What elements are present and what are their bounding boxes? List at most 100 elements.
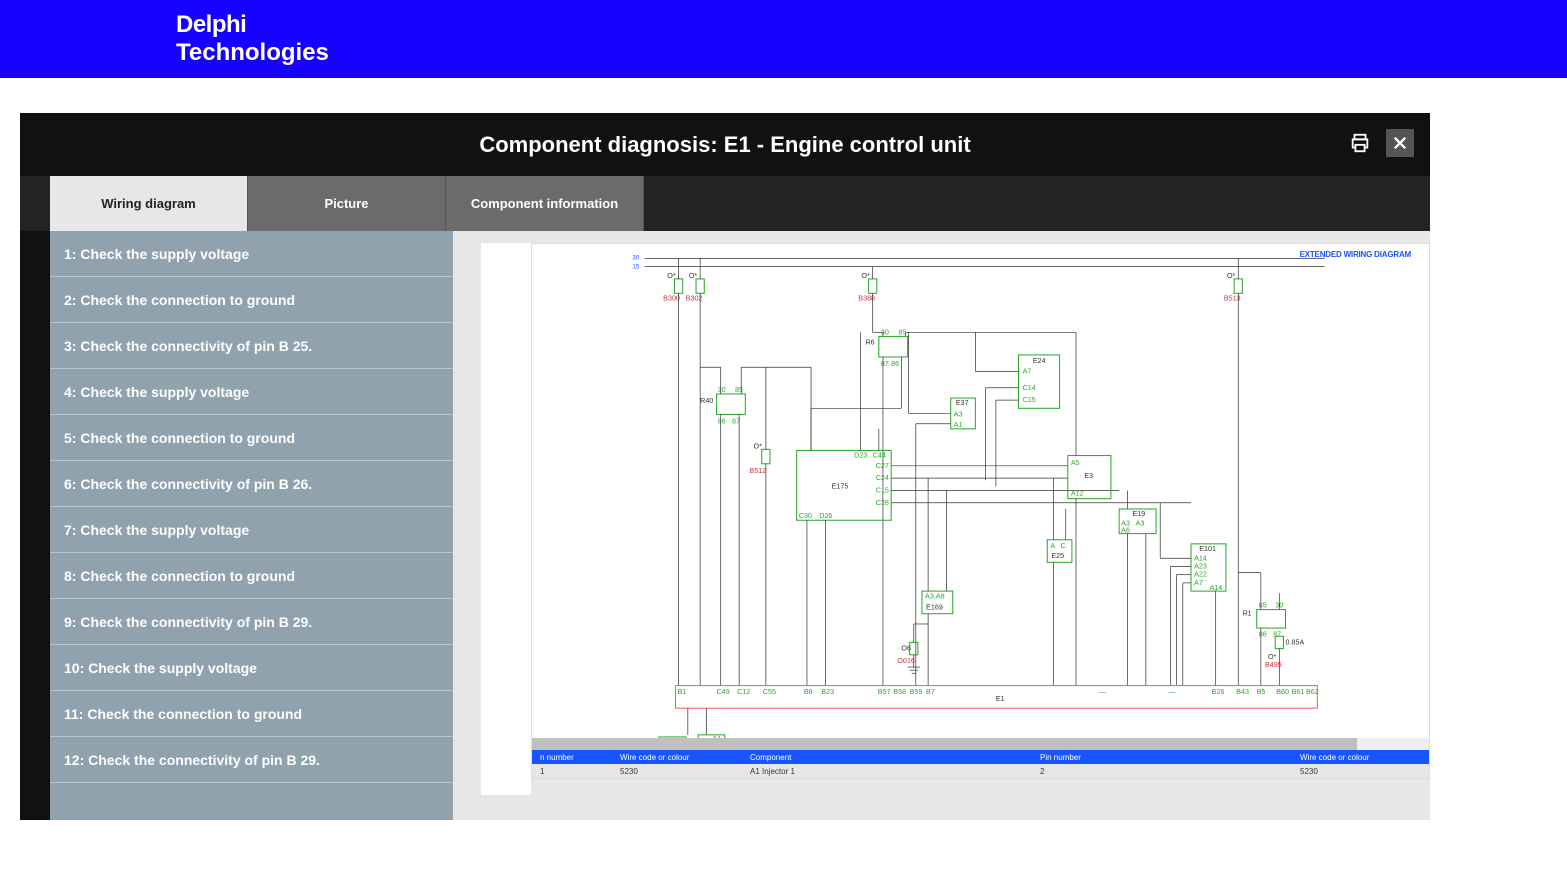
svg-text:85: 85 (735, 386, 743, 394)
brand-line2: Technologies (176, 39, 329, 67)
content-area: 1: Check the supply voltage 2: Check the… (50, 231, 1430, 820)
cell: 5230 (612, 767, 742, 776)
svg-text:87: 87 (1273, 630, 1281, 638)
svg-text:O*: O* (1227, 272, 1236, 280)
svg-text:D23: D23 (854, 452, 867, 460)
step-item[interactable]: 7: Check the supply voltage (50, 507, 453, 553)
svg-text:B61: B61 (1292, 688, 1305, 696)
svg-text:B23: B23 (821, 688, 834, 696)
horizontal-scrollbar[interactable] (532, 738, 1429, 750)
dialog-window: Component diagnosis: E1 - Engine control… (20, 113, 1430, 820)
svg-text:E24: E24 (1033, 357, 1046, 365)
col-header: Wire code or colour (1292, 753, 1392, 762)
step-item[interactable]: 6: Check the connectivity of pin B 26. (50, 461, 453, 507)
wiring-diagram-canvas[interactable]: EXTENDED WIRING DIAGRAM .wire{stroke:#33… (531, 243, 1430, 779)
svg-text:C24: C24 (876, 474, 889, 482)
scrollbar-thumb[interactable] (532, 738, 1357, 750)
svg-text:A5: A5 (1071, 459, 1080, 467)
svg-text:B1: B1 (678, 688, 687, 696)
close-icon[interactable] (1386, 129, 1414, 157)
step-item[interactable]: 2: Check the connection to ground (50, 277, 453, 323)
svg-text:15: 15 (632, 264, 639, 271)
tab-wiring-diagram[interactable]: Wiring diagram (50, 176, 248, 231)
col-header: Wire code or colour (612, 753, 742, 762)
step-item[interactable]: 11: Check the connection to ground (50, 691, 453, 737)
svg-text:E19: E19 (1132, 510, 1145, 518)
svg-text:B512: B512 (749, 467, 766, 475)
svg-text:E169: E169 (926, 604, 943, 612)
dialog-header: Component diagnosis: E1 - Engine control… (20, 113, 1430, 176)
svg-text:30: 30 (718, 386, 726, 394)
svg-text:86: 86 (1259, 630, 1267, 638)
svg-text:A14: A14 (1210, 584, 1223, 592)
svg-text:E175: E175 (832, 482, 849, 490)
svg-text:A3: A3 (954, 411, 963, 419)
svg-text:B58: B58 (893, 688, 906, 696)
svg-text:B57: B57 (878, 688, 891, 696)
step-item[interactable]: 10: Check the supply voltage (50, 645, 453, 691)
col-header: Component (742, 753, 1032, 762)
svg-text:O*: O* (689, 272, 698, 280)
svg-text:R40: R40 (700, 397, 713, 405)
svg-text:85: 85 (1259, 602, 1267, 610)
svg-text:87: 87 (881, 360, 889, 368)
svg-text:C28: C28 (876, 499, 889, 507)
svg-text:R6: R6 (865, 339, 874, 347)
svg-text:A6: A6 (1121, 527, 1130, 535)
svg-text:C49: C49 (717, 688, 730, 696)
svg-text:C30: C30 (799, 512, 812, 520)
step-item[interactable]: 12: Check the connectivity of pin B 29. (50, 737, 453, 783)
header-actions (1346, 129, 1414, 157)
brand-logo: Delphi Technologies (176, 11, 329, 66)
step-item[interactable]: 1: Check the supply voltage (50, 231, 453, 277)
wiring-diagram-svg: .wire{stroke:#333;stroke-width:0.7;fill:… (532, 244, 1429, 778)
svg-text:O*: O* (754, 442, 763, 450)
svg-text:A14: A14 (1194, 554, 1207, 562)
step-item[interactable]: 5: Check the connection to ground (50, 415, 453, 461)
diagram-pane: EXTENDED WIRING DIAGRAM .wire{stroke:#33… (453, 231, 1430, 820)
svg-text:C55: C55 (763, 688, 776, 696)
tab-picture[interactable]: Picture (248, 176, 446, 231)
step-item[interactable]: 9: Check the connectivity of pin B 29. (50, 599, 453, 645)
svg-text:E25: E25 (1051, 552, 1064, 560)
col-header: Pin number (1032, 753, 1292, 762)
svg-text:B43: B43 (1236, 688, 1249, 696)
cell: 1 (532, 767, 612, 776)
print-icon[interactable] (1346, 129, 1374, 157)
step-item[interactable]: 3: Check the connectivity of pin B 25. (50, 323, 453, 369)
step-item[interactable]: 8: Check the connection to ground (50, 553, 453, 599)
cell: A1 Injector 1 (742, 767, 1032, 776)
svg-text:O*: O* (861, 272, 870, 280)
svg-text:O*: O* (1268, 653, 1277, 661)
svg-text:B7: B7 (926, 688, 935, 696)
step-list: 1: Check the supply voltage 2: Check the… (50, 231, 453, 820)
svg-text:A22: A22 (1194, 571, 1207, 579)
blank-panel (481, 243, 531, 795)
cell: 2 (1032, 767, 1292, 776)
svg-text:B26: B26 (1212, 688, 1225, 696)
svg-text:A7: A7 (1023, 367, 1032, 375)
table-header: n number Wire code or colour Component P… (532, 750, 1429, 764)
svg-text:E101: E101 (1199, 545, 1216, 553)
svg-text:—: — (1168, 688, 1176, 696)
table-row[interactable]: 1 5230 A1 Injector 1 2 5230 (532, 764, 1429, 778)
svg-text:R1: R1 (1242, 610, 1251, 618)
svg-text:C27: C27 (876, 462, 889, 470)
svg-text:87: 87 (732, 418, 740, 426)
svg-text:O*: O* (667, 272, 676, 280)
svg-text:86: 86 (891, 360, 899, 368)
extended-wiring-diagram-link[interactable]: EXTENDED WIRING DIAGRAM (1300, 250, 1411, 259)
svg-text:30: 30 (632, 254, 639, 261)
tab-strip: Wiring diagram Picture Component informa… (20, 176, 1430, 231)
svg-text:C14: C14 (1023, 384, 1036, 392)
svg-text:B62: B62 (1306, 688, 1319, 696)
svg-text:E3: E3 (1084, 472, 1093, 480)
svg-text:86: 86 (718, 418, 726, 426)
svg-text:B8: B8 (804, 688, 813, 696)
svg-text:0.85A: 0.85A (1285, 639, 1304, 647)
step-item[interactable]: 4: Check the supply voltage (50, 369, 453, 415)
tab-component-information[interactable]: Component information (446, 176, 644, 231)
cell: 5230 (1292, 767, 1392, 776)
svg-text:D26: D26 (819, 512, 832, 520)
svg-text:C15: C15 (1023, 396, 1036, 404)
